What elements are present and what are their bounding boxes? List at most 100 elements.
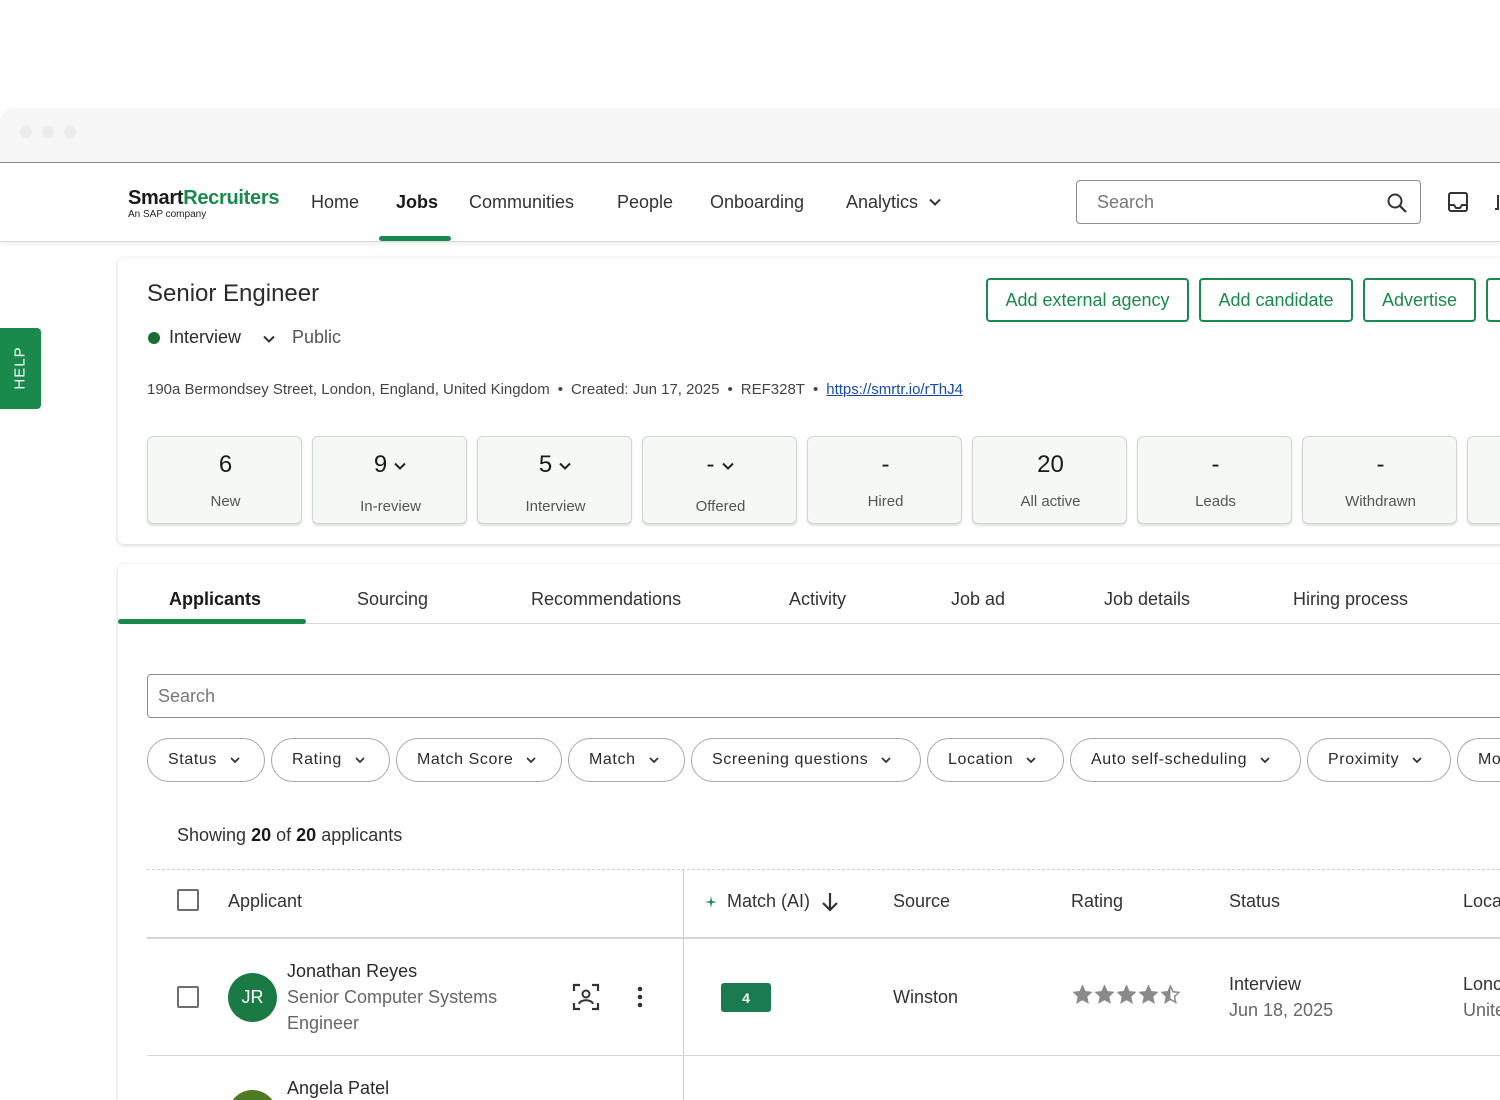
stat-value: -: [1376, 451, 1385, 478]
filter-label: Match Score: [417, 751, 514, 768]
tab-job-details[interactable]: Job details: [1104, 589, 1190, 610]
clipped-toolbar-icon[interactable]: [1494, 193, 1500, 211]
sort-descending-icon[interactable]: [819, 891, 841, 913]
stat-withdrawn[interactable]: - Withdrawn: [1302, 436, 1457, 524]
filter-rating[interactable]: Rating: [271, 738, 390, 782]
advertise-button[interactable]: Advertise: [1363, 278, 1476, 322]
add-external-agency-button[interactable]: Add external agency: [986, 278, 1189, 322]
nav-jobs[interactable]: Jobs: [396, 190, 438, 214]
star-icon[interactable]: [1139, 985, 1158, 1004]
search-icon[interactable]: [1386, 192, 1408, 214]
applicant-name[interactable]: Jonathan Reyes: [287, 961, 417, 982]
star-icon[interactable]: [1073, 985, 1092, 1004]
stat-clipped[interactable]: [1467, 436, 1500, 524]
filter-screening-questions[interactable]: Screening questions: [691, 738, 921, 782]
tab-recommendations[interactable]: Recommendations: [531, 589, 681, 610]
window-close-icon[interactable]: [20, 126, 32, 138]
header-location[interactable]: Loca: [1463, 891, 1500, 912]
header-rating[interactable]: Rating: [1071, 891, 1123, 912]
filter-proximity[interactable]: Proximity: [1307, 738, 1451, 782]
star-icon[interactable]: [1095, 985, 1114, 1004]
row-checkbox[interactable]: [177, 986, 199, 1008]
chevron-down-icon[interactable]: [558, 459, 572, 473]
stat-value: -: [881, 451, 890, 478]
meta-separator: •: [727, 381, 733, 398]
results-of: of: [276, 825, 292, 845]
tabs-divider: [118, 623, 1500, 624]
more-vertical-icon[interactable]: [635, 985, 645, 1009]
meta-separator: •: [557, 381, 564, 398]
stat-label: Leads: [1195, 493, 1236, 510]
window-controls: [20, 126, 76, 138]
header-status[interactable]: Status: [1229, 891, 1280, 912]
job-short-link[interactable]: https://smrtr.io/rThJ4: [826, 381, 963, 398]
job-meta: 190a Bermondsey Street, London, England,…: [147, 381, 963, 398]
filter-match[interactable]: Match: [568, 738, 685, 782]
filter-more[interactable]: Mo: [1457, 738, 1500, 782]
applicant-name[interactable]: Angela Patel: [287, 1078, 389, 1099]
filter-match-score[interactable]: Match Score: [396, 738, 562, 782]
more-actions-button[interactable]: [1486, 278, 1500, 322]
nav-active-indicator: [379, 236, 451, 241]
stat-all-active[interactable]: 20 All active: [972, 436, 1127, 524]
status-chevron-down-icon[interactable]: [262, 332, 276, 346]
nav-onboarding[interactable]: Onboarding: [710, 190, 804, 214]
nav-analytics[interactable]: Analytics: [846, 190, 918, 214]
chevron-down-icon[interactable]: [393, 459, 407, 473]
row-divider: [147, 1055, 1500, 1056]
tab-job-ad[interactable]: Job ad: [951, 589, 1005, 610]
job-status[interactable]: Interview: [169, 327, 241, 348]
filter-label: Match: [589, 751, 636, 768]
tab-sourcing[interactable]: Sourcing: [357, 589, 428, 610]
window-maximize-icon[interactable]: [64, 126, 76, 138]
tab-hiring-process[interactable]: Hiring process: [1293, 589, 1408, 610]
global-search-input[interactable]: [1077, 181, 1357, 223]
add-candidate-button[interactable]: Add candidate: [1199, 278, 1353, 322]
filter-location[interactable]: Location: [927, 738, 1064, 782]
stat-label: New: [210, 493, 241, 510]
stat-in-review[interactable]: 9 In-review: [312, 436, 467, 524]
browser-chrome: [0, 108, 1500, 163]
header-source[interactable]: Source: [893, 891, 950, 912]
header-applicant[interactable]: Applicant: [228, 891, 302, 912]
match-score-badge: 4: [721, 983, 771, 1012]
applicant-search[interactable]: [147, 674, 1500, 718]
stat-interview[interactable]: 5 Interview: [477, 436, 632, 524]
chevron-down-icon: [881, 757, 892, 764]
smartrecruiters-logo[interactable]: SmartRecruiters An SAP company: [128, 187, 279, 220]
rating-stars[interactable]: [1073, 985, 1180, 1004]
stat-new[interactable]: 6 New: [147, 436, 302, 524]
header-match-ai[interactable]: Match (AI): [727, 891, 810, 912]
window-minimize-icon[interactable]: [42, 126, 54, 138]
chevron-down-icon: [648, 757, 659, 764]
profile-scan-icon[interactable]: [572, 983, 600, 1011]
star-icon[interactable]: [1117, 985, 1136, 1004]
applicant-search-input[interactable]: [148, 675, 1448, 717]
stat-value: 5: [538, 451, 553, 478]
tab-applicants[interactable]: Applicants: [169, 589, 261, 610]
column-divider: [683, 870, 684, 1100]
select-all-checkbox[interactable]: [177, 889, 199, 911]
status-dot-icon: [148, 332, 160, 344]
nav-people[interactable]: People: [617, 190, 673, 214]
help-tab-label: HELP: [11, 346, 29, 390]
avatar[interactable]: JR: [228, 973, 277, 1022]
job-visibility: Public: [292, 327, 342, 347]
analytics-chevron-down-icon[interactable]: [928, 195, 942, 209]
logo-subtitle: An SAP company: [128, 209, 207, 220]
tab-activity[interactable]: Activity: [789, 589, 846, 610]
star-icon[interactable]: [1161, 985, 1180, 1004]
filter-auto-self-scheduling[interactable]: Auto self-scheduling: [1070, 738, 1301, 782]
nav-communities[interactable]: Communities: [469, 190, 574, 214]
inbox-icon[interactable]: [1446, 190, 1470, 214]
stat-hired[interactable]: - Hired: [807, 436, 962, 524]
stat-offered[interactable]: - Offered: [642, 436, 797, 524]
global-search[interactable]: [1076, 180, 1421, 224]
stat-leads[interactable]: - Leads: [1137, 436, 1292, 524]
nav-home[interactable]: Home: [311, 190, 359, 214]
filter-status[interactable]: Status: [147, 738, 265, 782]
stat-value: 6: [218, 451, 233, 478]
help-tab[interactable]: HELP: [0, 328, 41, 409]
chevron-down-icon[interactable]: [721, 459, 735, 473]
source-cell: Winston: [893, 987, 959, 1007]
